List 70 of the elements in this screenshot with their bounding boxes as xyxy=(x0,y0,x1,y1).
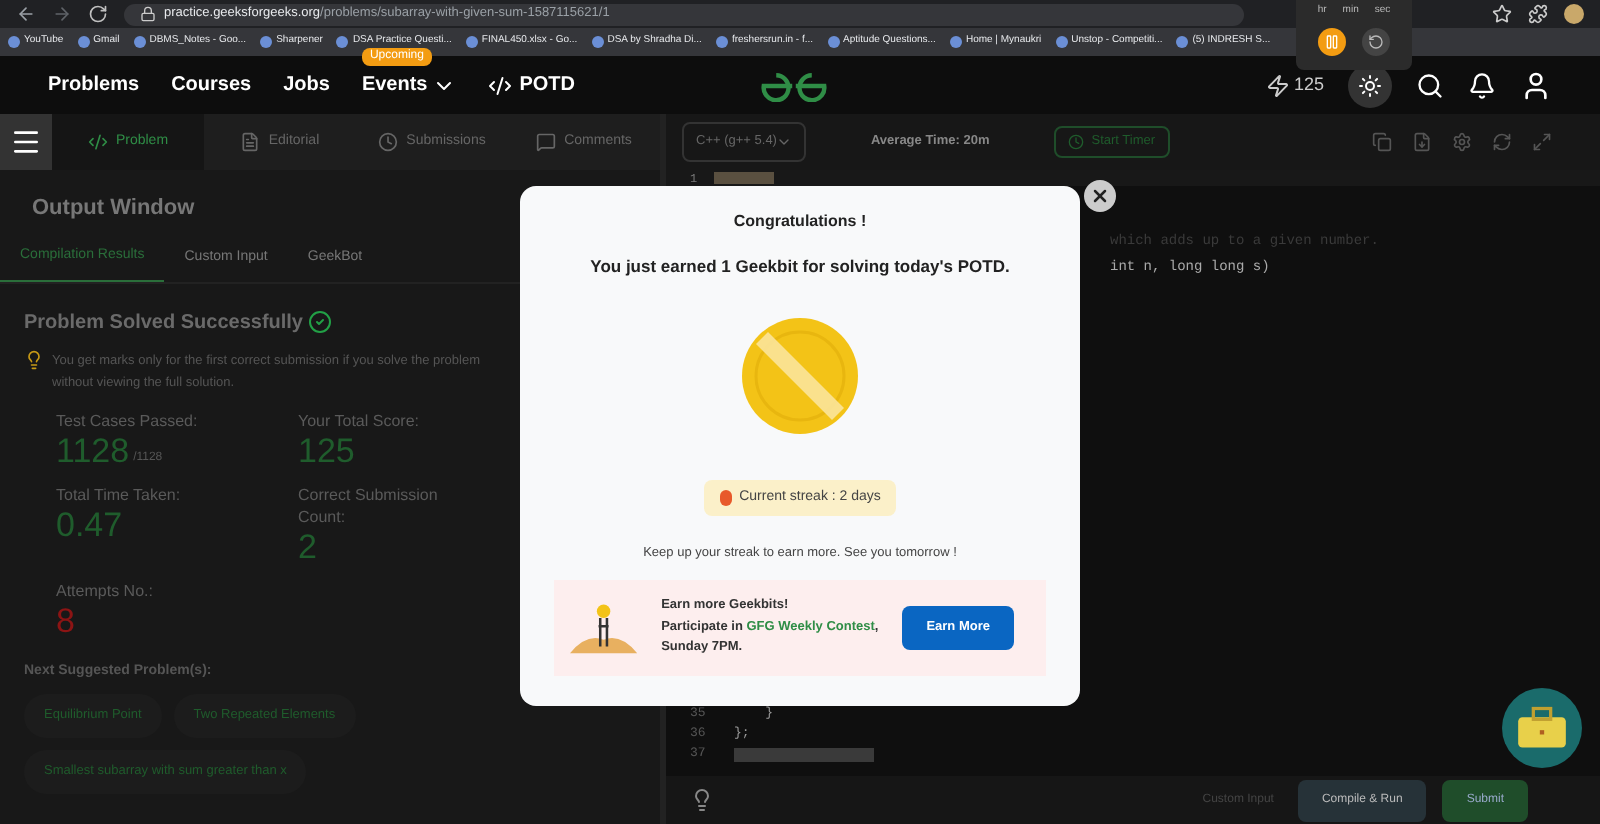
lightbulb-button-icon[interactable] xyxy=(690,788,714,812)
fullscreen-icon[interactable] xyxy=(1532,132,1552,152)
selection-highlight xyxy=(734,747,874,761)
nav-link[interactable]: Courses xyxy=(171,70,252,100)
forward-icon[interactable] xyxy=(52,4,72,24)
result-heading: Problem Solved Successfully xyxy=(24,309,303,337)
reload-icon[interactable] xyxy=(88,4,108,24)
stat-label: Test Cases Passed: xyxy=(56,409,200,431)
bookmark-favicon-icon xyxy=(591,36,604,48)
profile-icon[interactable] xyxy=(1520,69,1552,101)
bookmark-favicon-icon xyxy=(336,36,349,48)
selection-highlight xyxy=(713,172,774,184)
bookmark-favicon-icon xyxy=(8,36,20,48)
check-icon xyxy=(307,310,331,334)
bookmark-favicon-icon xyxy=(133,36,146,48)
extensions-icon[interactable] xyxy=(1528,4,1548,24)
panel-title: Output Window xyxy=(32,196,195,220)
copy-icon[interactable] xyxy=(1372,132,1392,152)
sun-icon xyxy=(1358,73,1382,97)
bookmark-favicon-icon xyxy=(1055,36,1068,48)
dialog-title: Congratulations ! xyxy=(733,210,867,234)
menu-icon xyxy=(10,126,42,158)
nav-link[interactable]: Problems xyxy=(48,70,140,100)
back-icon[interactable] xyxy=(16,4,36,24)
reset-icon xyxy=(1368,33,1384,49)
bookmark-favicon-icon xyxy=(260,36,273,48)
stat-label: Attempts No.: xyxy=(56,579,155,601)
stat-value: 8 xyxy=(56,601,75,641)
tab-icon xyxy=(378,132,399,152)
stat-value: 0.47 xyxy=(56,505,123,545)
stat-label: Correct Submission Count: xyxy=(298,483,440,527)
bookmark-favicon-icon xyxy=(465,36,478,48)
notification-icon[interactable] xyxy=(1468,71,1496,99)
nav-link[interactable]: Jobs xyxy=(283,70,330,100)
bookmark-favicon-icon xyxy=(949,36,962,48)
stat-value: 125 xyxy=(298,431,355,471)
profile-avatar[interactable] xyxy=(1564,4,1584,24)
pause-button[interactable] xyxy=(1318,27,1346,55)
bookmark-favicon-icon xyxy=(1176,36,1189,48)
coin-icon xyxy=(740,315,860,436)
stat-label: Your Total Score: xyxy=(298,409,421,431)
settings-icon[interactable] xyxy=(1452,132,1472,152)
bookmark-favicon-icon xyxy=(77,36,90,48)
lock-icon xyxy=(140,6,156,22)
stat-label: Total Time Taken: xyxy=(56,483,183,505)
close-icon xyxy=(1090,186,1110,206)
stat-value: 2 xyxy=(298,527,317,567)
lightbulb-icon xyxy=(24,349,44,369)
dialog-message: You just earned 1 Geekbit for solving today's POTD. xyxy=(590,254,1010,280)
bolt-icon xyxy=(1265,73,1290,97)
clock-icon xyxy=(1067,134,1084,150)
tab-icon xyxy=(536,132,557,152)
reset-timer-button[interactable] xyxy=(1362,27,1390,55)
nav-link[interactable]: POTD xyxy=(519,70,576,100)
chevron-icon xyxy=(776,134,793,150)
menu-button[interactable] xyxy=(0,114,52,170)
search-icon[interactable] xyxy=(1416,71,1444,99)
bookmark-favicon-icon xyxy=(827,36,840,48)
tab-icon xyxy=(87,132,108,152)
briefcase-icon xyxy=(1516,706,1568,750)
pause-icon xyxy=(1324,33,1340,49)
stat-value: 1128 xyxy=(56,431,130,471)
geekbits-count: 125 xyxy=(1293,71,1324,98)
code-icon xyxy=(487,73,512,97)
nav-link[interactable]: Events xyxy=(361,70,428,100)
file-icon[interactable] xyxy=(1412,132,1432,152)
bookmark-favicon-icon xyxy=(715,36,728,48)
bookmark-star-icon[interactable] xyxy=(1492,4,1512,24)
reset-icon[interactable] xyxy=(1492,132,1512,152)
tab-icon xyxy=(240,132,261,152)
